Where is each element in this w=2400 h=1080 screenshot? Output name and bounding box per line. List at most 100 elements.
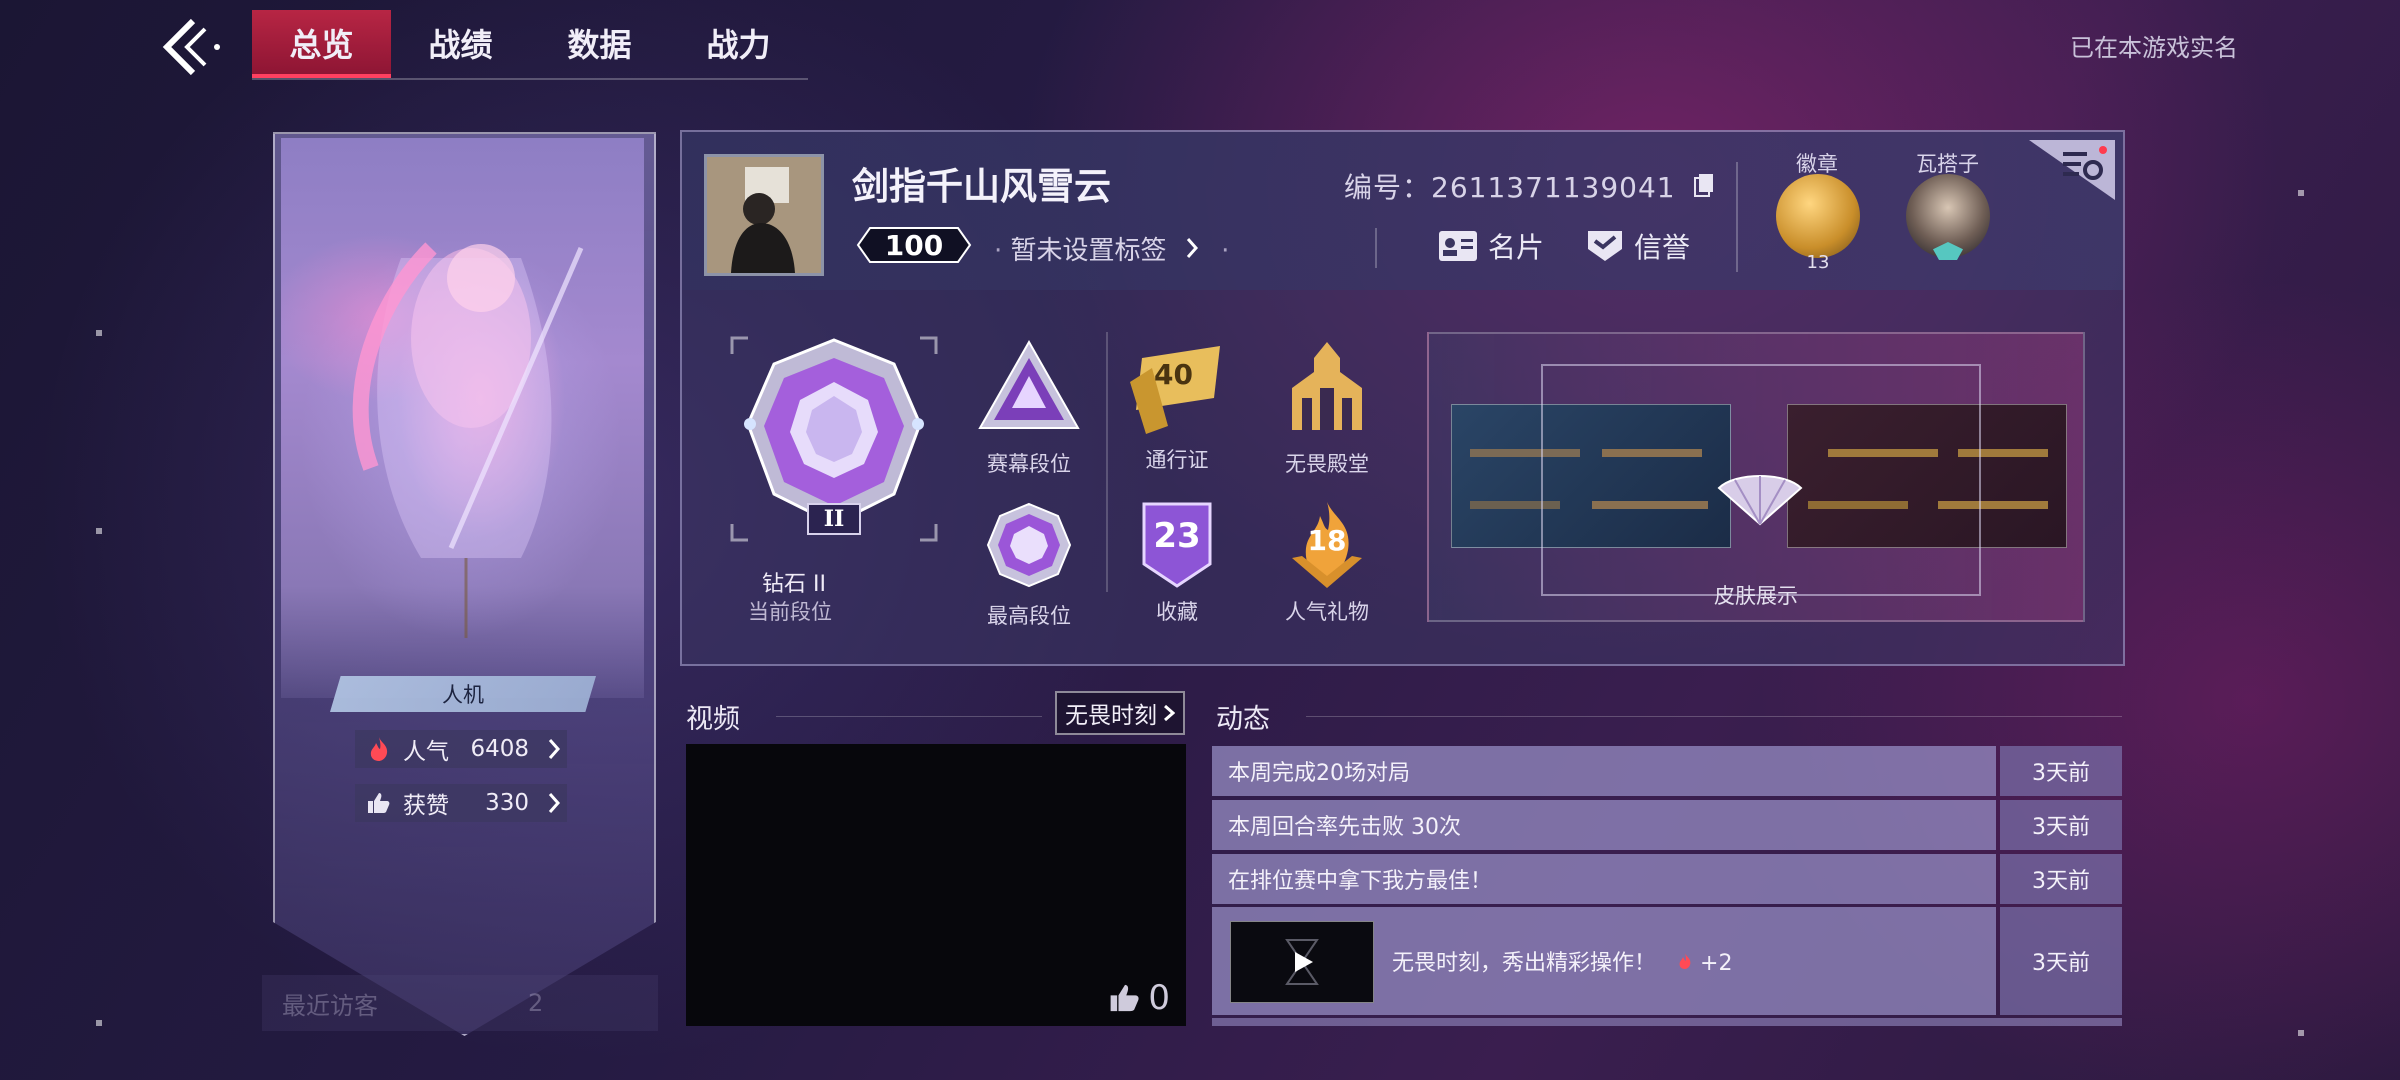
top-tabs: 总览 战绩 数据 战力: [252, 10, 808, 80]
activity-text: 在排位赛中拿下我方最佳！: [1212, 854, 1996, 904]
credit-button[interactable]: 信誉: [1586, 226, 1690, 266]
collection-button[interactable]: 23 收藏: [1112, 500, 1242, 626]
highest-rank-icon: [986, 502, 1072, 588]
fire-icon: [355, 736, 403, 762]
character-illustration: [352, 242, 584, 638]
current-rank-emblem[interactable]: II: [728, 334, 940, 544]
fire-icon: [1677, 951, 1700, 976]
name-card-label: 名片: [1488, 231, 1545, 264]
rank-numeral: II: [823, 506, 845, 532]
settings-list-icon[interactable]: [2061, 146, 2107, 190]
header-divider: [1375, 228, 1377, 268]
play-icon: [1285, 939, 1319, 985]
back-button[interactable]: [150, 12, 230, 82]
activity-item-video[interactable]: 无畏时刻，秀出精彩操作！ +2 3天前: [1212, 907, 2122, 1015]
moments-link-button[interactable]: 无畏时刻: [1055, 691, 1185, 735]
recent-visitors-count: 2: [528, 989, 544, 1017]
hall-button[interactable]: 无畏殿堂: [1262, 338, 1392, 478]
pass-label: 通行证: [1145, 448, 1209, 472]
tab-power[interactable]: 战力: [669, 10, 808, 76]
profile-tag-button[interactable]: · 暂未设置标签 ·: [994, 230, 1229, 267]
likes-row[interactable]: 获赞 330: [355, 784, 567, 822]
activity-video-caption: 无畏时刻，秀出精彩操作！: [1392, 951, 1657, 976]
realname-status: 已在本游戏实名: [2070, 34, 2238, 62]
avatar-image: [707, 157, 821, 273]
moments-link-label: 无畏时刻: [1065, 703, 1157, 729]
chevron-right-icon: [1164, 704, 1175, 722]
header-divider: [1736, 162, 1738, 272]
uid-label: 编号：: [1344, 171, 1432, 204]
current-rank-sub: 当前段位: [748, 600, 832, 624]
tab-overview[interactable]: 总览: [252, 10, 391, 78]
profile-panel: 剑指千山风雪云 100 · 暂未设置标签 · 编号：2611371139041 …: [680, 130, 2125, 666]
badge-medal-icon: [1776, 174, 1860, 258]
level-badge: 100: [856, 226, 972, 264]
video-title-line: [776, 716, 1042, 717]
likes-label: 获赞: [403, 793, 449, 819]
uid-value: 2611371139041: [1431, 171, 1676, 204]
highest-rank-button[interactable]: 最高段位: [964, 500, 1094, 630]
pass-level: 40: [1154, 358, 1193, 391]
mode-tag: 人机: [330, 676, 596, 712]
profile-tag-text: 暂未设置标签: [1010, 236, 1167, 266]
video-player[interactable]: 0: [686, 744, 1186, 1026]
activity-item[interactable]: 本周回合率先击败 30次 3天前: [1212, 800, 2122, 850]
video-like-button[interactable]: 0: [1108, 978, 1170, 1018]
player-uid: 编号：2611371139041: [1344, 166, 1714, 206]
hall-label: 无畏殿堂: [1285, 452, 1369, 476]
badge-button[interactable]: 13: [1776, 174, 1860, 273]
decor-dot: [96, 330, 102, 336]
tab-data[interactable]: 数据: [530, 10, 669, 76]
avatar[interactable]: [704, 154, 824, 276]
popularity-row[interactable]: 人气 6408: [355, 730, 567, 768]
activity-item[interactable]: 本周完成20场对局 3天前: [1212, 746, 2122, 796]
shield-check-icon: [1588, 231, 1622, 261]
activity-item[interactable]: 在排位赛中拿下我方最佳！ 3天前: [1212, 854, 2122, 904]
season-rank-label: 赛幕段位: [987, 452, 1071, 476]
badge-count: 13: [1806, 252, 1830, 273]
collection-count: 23: [1153, 516, 1201, 556]
player-name: 剑指千山风雪云: [852, 165, 1111, 208]
partner-button[interactable]: [1906, 174, 1990, 260]
decor-dot: [2298, 190, 2304, 196]
highest-rank-label: 最高段位: [987, 604, 1071, 628]
level-value: 100: [884, 228, 944, 262]
gifts-button[interactable]: 18 人气礼物: [1262, 500, 1392, 626]
activity-time: 3天前: [2000, 907, 2122, 1015]
recent-visitors-label: 最近访客: [282, 991, 378, 1020]
activity-title-line: [1306, 716, 2122, 717]
battle-pass-button[interactable]: 40 通行证: [1112, 338, 1242, 474]
tab-records[interactable]: 战绩: [391, 10, 530, 76]
id-card-icon: [1439, 231, 1477, 261]
activity-video-body: 无畏时刻，秀出精彩操作！ +2: [1212, 907, 1996, 1015]
chevron-right-icon: [541, 792, 567, 814]
copy-icon[interactable]: [1693, 171, 1714, 204]
activity-time: 3天前: [2000, 854, 2122, 904]
decor-dot: [96, 1020, 102, 1026]
rank-divider: [1106, 332, 1108, 592]
popularity-value: 6408: [470, 736, 529, 762]
video-thumbnail[interactable]: [1230, 921, 1374, 1003]
player-banner-card[interactable]: 人机 人气 6408 获赞 330: [273, 132, 656, 1036]
activity-next-item: [1212, 1018, 2122, 1026]
activity-text: 本周回合率先击败 30次: [1212, 800, 1996, 850]
triangle-rank-icon: [978, 339, 1080, 429]
activity-text: 本周完成20场对局: [1212, 746, 1996, 796]
current-rank-name: 钻石 II: [762, 572, 826, 597]
gifts-label: 人气礼物: [1285, 600, 1369, 624]
skin-showcase[interactable]: 皮肤展示: [1427, 332, 2085, 622]
activity-section-title: 动态: [1216, 704, 1270, 735]
credit-label: 信誉: [1634, 231, 1691, 264]
activity-video-text: 无畏时刻，秀出精彩操作！ +2: [1392, 945, 1732, 977]
recent-visitors-bar[interactable]: 最近访客 2: [262, 975, 658, 1031]
skin-showcase-label: 皮肤展示: [1714, 584, 1798, 608]
video-section-title: 视频: [686, 704, 740, 735]
temple-icon: [1292, 342, 1362, 430]
chevron-right-icon: [1185, 236, 1207, 266]
season-rank-button[interactable]: 赛幕段位: [964, 338, 1094, 478]
video-like-count: 0: [1148, 978, 1170, 1018]
collection-label: 收藏: [1156, 600, 1198, 624]
name-card-button[interactable]: 名片: [1438, 226, 1544, 266]
chevron-right-icon: [541, 738, 567, 760]
banner-artwork: [281, 138, 644, 698]
